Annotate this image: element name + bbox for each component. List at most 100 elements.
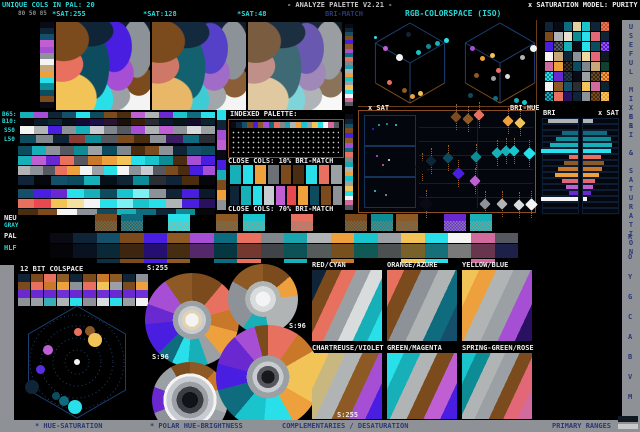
swatch xyxy=(132,189,150,198)
swatch xyxy=(47,119,62,125)
range-letter-o: O xyxy=(628,253,633,261)
comp-panel-orange-azure xyxy=(387,270,457,341)
swatch xyxy=(145,112,160,118)
swatch xyxy=(540,197,578,201)
swatch xyxy=(167,244,191,258)
swatch xyxy=(268,165,279,184)
comp-title-green-magenta: GREEN/MAGENTA xyxy=(387,344,442,352)
swatch xyxy=(103,112,118,118)
neutralization-pair xyxy=(470,214,492,231)
colspace-thumb xyxy=(83,274,96,306)
swatch xyxy=(554,92,563,101)
swatch xyxy=(74,156,89,165)
data-point xyxy=(473,109,485,121)
neutralization-pair xyxy=(95,214,117,231)
swatch xyxy=(30,166,43,175)
swatch xyxy=(173,112,188,118)
swatch xyxy=(541,208,579,214)
swatch xyxy=(591,82,600,91)
swatch xyxy=(582,52,591,61)
range-letter-y: Y xyxy=(628,273,633,281)
swatch xyxy=(202,166,215,175)
swatch xyxy=(73,233,97,243)
wheel-label-s96-a: S:96 xyxy=(289,322,306,330)
swatch xyxy=(96,233,121,243)
rgb-colorspace-label: RGB-COLORSPACE (ISO) xyxy=(405,9,502,18)
swatch xyxy=(217,120,226,130)
swatch xyxy=(545,42,554,51)
comp-panel-spring-green-rose xyxy=(462,353,532,419)
swatch xyxy=(173,126,188,134)
swatch xyxy=(401,233,425,243)
swatch xyxy=(88,146,103,155)
swatch xyxy=(298,186,308,205)
comp-title-spring-green-rose: SPRING-GREEN/ROSE xyxy=(462,344,534,352)
swatch xyxy=(50,189,68,198)
hlf-label: HLF xyxy=(4,244,17,252)
swatch xyxy=(582,197,587,201)
saturation-model-toggle[interactable]: x SATURATION MODEL: PURITY xyxy=(528,2,638,9)
swatch xyxy=(600,32,609,41)
swatch xyxy=(18,199,35,208)
tab-hue-saturation[interactable]: * HUE-SATURATION xyxy=(35,423,102,430)
swatch xyxy=(545,22,554,31)
swatch xyxy=(471,244,495,258)
swatch xyxy=(545,62,554,71)
swatch xyxy=(182,135,199,143)
swatch xyxy=(424,244,448,258)
swatch xyxy=(260,259,285,263)
swatch xyxy=(545,72,554,81)
swatch xyxy=(18,146,33,155)
swatch xyxy=(143,233,168,243)
swatch xyxy=(217,140,226,150)
neutralization-pair xyxy=(291,214,313,231)
data-point xyxy=(470,151,482,163)
swatch xyxy=(54,166,68,175)
preview-sat-48 xyxy=(248,22,342,110)
tab-primary-ranges[interactable]: PRIMARY RANGES xyxy=(552,423,611,430)
data-point xyxy=(495,67,501,73)
tab-polar-hue-brightness[interactable]: * POLAR HUE-BRIGHTNESS xyxy=(150,423,243,430)
swatch xyxy=(563,72,572,81)
comp-panel-yellow-blue xyxy=(462,270,532,341)
data-point xyxy=(25,380,39,394)
data-point xyxy=(508,145,520,157)
neutralization-pair xyxy=(168,214,190,231)
swatch xyxy=(20,126,34,134)
colspace-thumb xyxy=(44,274,57,306)
swatch xyxy=(563,52,572,61)
tab-complementaries[interactable]: COMPLEMENTARIES / DESATURATION xyxy=(282,423,408,430)
swatch xyxy=(600,42,609,51)
swatch xyxy=(237,259,261,263)
left-sidebar xyxy=(0,265,14,432)
data-point xyxy=(43,345,53,355)
colspace-thumb xyxy=(135,274,148,306)
swatch xyxy=(284,259,308,263)
swatch xyxy=(582,131,607,135)
range-letter-b: B xyxy=(628,353,633,361)
swatch xyxy=(563,22,572,31)
swatch xyxy=(116,146,131,155)
swatch xyxy=(166,135,183,143)
swatch xyxy=(33,126,48,134)
swatch xyxy=(50,176,68,185)
swatch xyxy=(572,52,582,61)
swatch xyxy=(100,189,117,198)
swatch xyxy=(73,244,97,258)
bri-match-swatch-label: *SAT:48 xyxy=(237,10,267,18)
data-point xyxy=(462,113,474,125)
indexed-palette-title: INDEXED PALETTE: xyxy=(230,110,298,118)
swatch xyxy=(198,135,215,143)
data-point xyxy=(513,97,519,103)
swatch xyxy=(284,233,308,243)
swatch xyxy=(572,92,582,101)
swatch xyxy=(237,244,261,258)
preview-sat-128 xyxy=(152,22,246,110)
range-letter-v: V xyxy=(628,373,633,381)
swatch xyxy=(582,42,591,51)
swatch xyxy=(447,233,472,243)
swatch xyxy=(396,221,418,231)
data-point xyxy=(479,198,491,210)
swatch xyxy=(61,126,76,134)
coords-readout: 80 50 85 xyxy=(18,10,47,17)
